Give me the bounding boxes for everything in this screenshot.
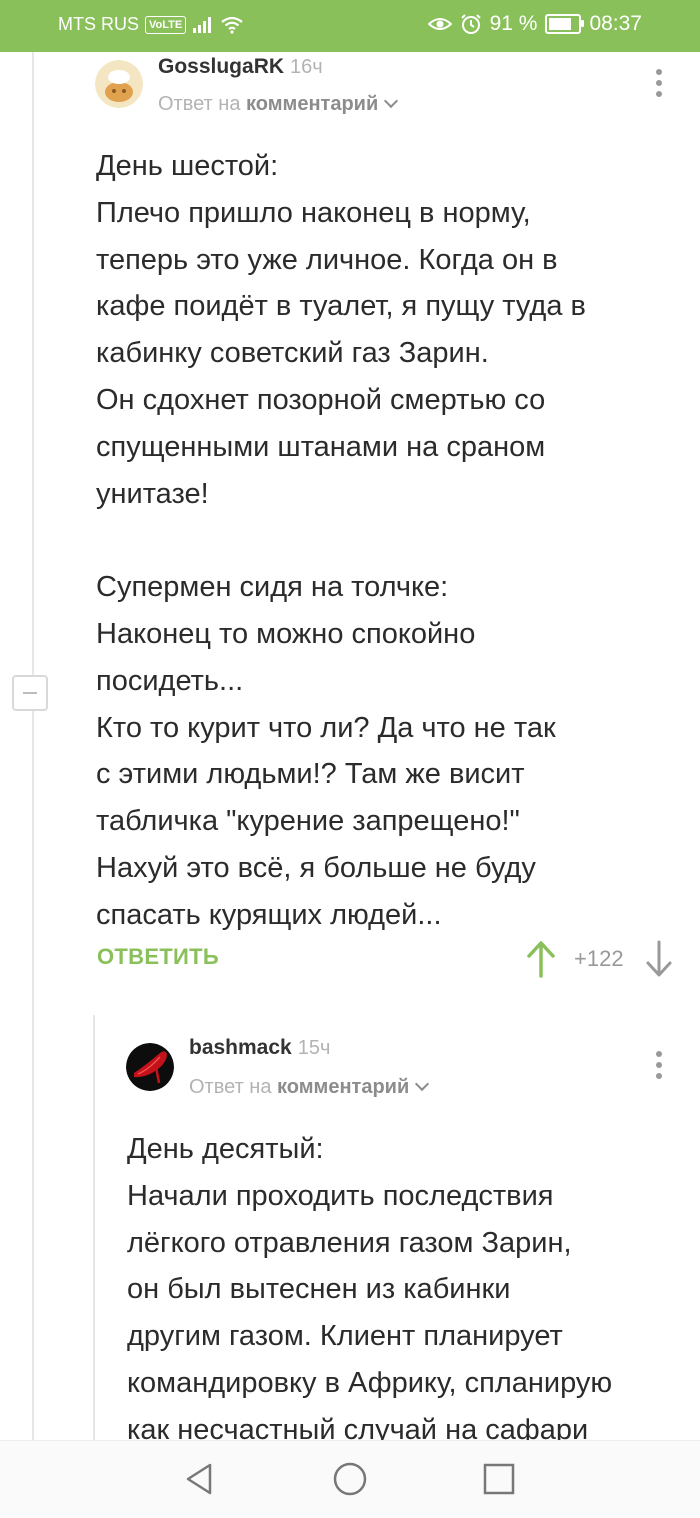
kebab-dot (656, 1073, 662, 1079)
thread-line-root (32, 52, 34, 1440)
comment-text-line: спущенными штанами на сраном (96, 430, 546, 463)
comment-time: 15ч (297, 1037, 331, 1059)
carrier-name: MTS RUS (58, 14, 139, 34)
eye-icon (427, 18, 452, 30)
battery-percent: 91 % (489, 12, 538, 35)
comment-body: День десятый: Начали проходить последстви… (127, 1126, 612, 1454)
kebab-dot (656, 1051, 662, 1057)
rating-score: +122 (574, 946, 624, 971)
thread-line-reply (93, 1015, 95, 1440)
avatar[interactable] (126, 1043, 174, 1091)
collapse-thread-button[interactable] (12, 675, 48, 711)
avatar-image (95, 60, 143, 108)
kebab-dot (656, 1062, 662, 1068)
battery-level (549, 18, 572, 30)
author-name[interactable]: bashmack (189, 1036, 292, 1059)
comment-text-line (96, 517, 586, 564)
chevron-down-icon (384, 93, 399, 109)
reply-target[interactable]: комментарий (277, 1076, 409, 1098)
more-vert-icon[interactable] (647, 65, 671, 101)
avatar-image (126, 1043, 174, 1091)
status-left: MTS RUS VoLTE (58, 14, 244, 35)
more-vert-icon[interactable] (647, 1047, 671, 1083)
system-nav-bar (0, 1440, 700, 1518)
clock: 08:37 (589, 12, 642, 35)
comment-text-line: лёгкого отравления газом Зарин, (127, 1226, 572, 1259)
comment-text-line: теперь это уже личное. Когда он в (96, 243, 558, 276)
status-right: 91 % 08:37 (427, 12, 642, 36)
comment-text-line: Нахуй это всё, я больше не буду (96, 851, 536, 884)
comment-text-line: унитазе! (96, 477, 209, 510)
reply-to-link[interactable]: Ответ на комментарий (158, 93, 399, 116)
comment-text-line: командировку в Африку, спланирую (127, 1366, 613, 1399)
reply-prefix: Ответ на (189, 1076, 272, 1098)
recents-icon[interactable] (481, 1461, 517, 1497)
status-bar: MTS RUS VoLTE 91 % 08:37 (0, 0, 700, 52)
home-icon[interactable] (332, 1461, 368, 1497)
chevron-down-icon (415, 1076, 430, 1092)
comment-text-line: Супермен сидя на толчке: (96, 571, 449, 604)
comment-text-line: кабинку советский газ Зарин. (96, 337, 489, 370)
comment-author[interactable]: bashmack 15ч (189, 1036, 330, 1060)
reply-to-link[interactable]: Ответ на комментарий (189, 1076, 430, 1099)
avatar[interactable] (95, 60, 143, 108)
kebab-dot (656, 91, 662, 97)
kebab-dot (656, 80, 662, 86)
reply-prefix: Ответ на (158, 93, 241, 115)
signal-icon (193, 16, 212, 33)
battery-icon (545, 14, 585, 34)
reply-target[interactable]: комментарий (246, 93, 378, 115)
comment-text-line: Он сдохнет позорной смертью со (96, 383, 546, 416)
comment-text-line: посидеть... (96, 664, 244, 697)
comment-text-line: спасать курящих людей... (96, 898, 442, 931)
comment-author[interactable]: GosslugaRK 16ч (158, 55, 323, 79)
wifi-icon (221, 16, 243, 34)
comment-text-line: День шестой: (96, 150, 279, 182)
comment-text-line: Наконец то можно спокойно (96, 617, 476, 650)
comment-text-line: День десятый: (127, 1133, 324, 1165)
comment-text-line: табличка "курение запрещено!" (96, 805, 520, 838)
comment-text-line: Начали проходить последствия (127, 1179, 554, 1212)
comment-body: День шестой: Плечо пришло наконец в норму… (96, 143, 586, 939)
back-icon[interactable] (182, 1461, 218, 1497)
comment-text-line: кафе поидёт в туалет, я пущу туда в (96, 290, 586, 323)
comment-text-line: Плечо пришло наконец в норму, (96, 196, 531, 229)
arrow-down-icon[interactable] (644, 940, 674, 978)
alarm-icon (460, 14, 481, 34)
comment-text-line: другим газом. Клиент планирует (127, 1320, 563, 1353)
comment-text-line: Кто то курит что ли? Да что не так (96, 711, 556, 744)
comment-text-line: он был вытеснен из кабинки (127, 1273, 511, 1306)
arrow-up-icon[interactable] (524, 940, 558, 978)
kebab-dot (656, 69, 662, 75)
volte-badge: VoLTE (145, 15, 187, 34)
author-name[interactable]: GosslugaRK (158, 55, 284, 78)
comment-text-line: с этими людьми!? Там же висит (96, 758, 525, 791)
comment-time: 16ч (290, 56, 323, 78)
reply-button[interactable]: ОТВЕТИТЬ (97, 944, 219, 970)
